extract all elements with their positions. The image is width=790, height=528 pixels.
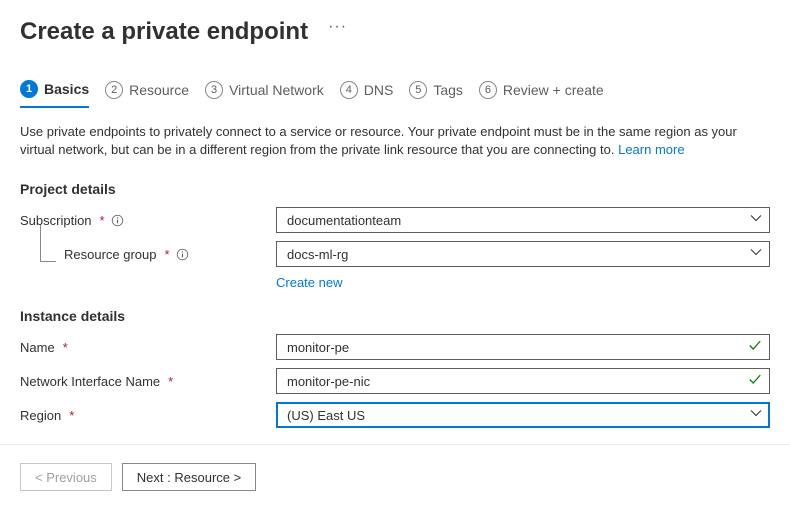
- label-text: Name: [20, 340, 55, 355]
- region-row: Region * (US) East US: [0, 398, 790, 432]
- resource-group-select-wrap: docs-ml-rg: [276, 241, 770, 267]
- tab-review-create[interactable]: 6 Review + create: [479, 80, 604, 108]
- region-select-wrap: (US) East US: [276, 402, 770, 428]
- more-actions-button[interactable]: ···: [328, 18, 347, 36]
- info-icon[interactable]: [176, 248, 189, 261]
- wizard-tabs: 1 Basics 2 Resource 3 Virtual Network 4 …: [0, 52, 790, 109]
- subscription-row: Subscription * documentationteam: [0, 203, 790, 237]
- required-asterisk: *: [165, 247, 170, 262]
- tab-label: DNS: [364, 82, 394, 98]
- name-input-wrap: [276, 334, 770, 360]
- tab-label: Basics: [44, 81, 89, 97]
- tab-label: Tags: [433, 82, 463, 98]
- name-label: Name *: [20, 340, 276, 355]
- tab-step-number: 2: [105, 81, 123, 99]
- label-text: Resource group: [64, 247, 157, 262]
- label-text: Region: [20, 408, 61, 423]
- create-new-resource-group-link[interactable]: Create new: [276, 275, 342, 290]
- page-title: Create a private endpoint: [20, 18, 308, 46]
- region-select[interactable]: (US) East US: [276, 402, 770, 428]
- required-asterisk: *: [168, 374, 173, 389]
- tab-tags[interactable]: 5 Tags: [409, 80, 463, 108]
- footer-actions: < Previous Next : Resource >: [0, 445, 790, 509]
- tab-virtual-network[interactable]: 3 Virtual Network: [205, 80, 324, 108]
- tab-label: Review + create: [503, 82, 604, 98]
- tab-label: Resource: [129, 82, 189, 98]
- nic-name-row: Network Interface Name *: [0, 364, 790, 398]
- page-header: Create a private endpoint ···: [0, 0, 790, 52]
- required-asterisk: *: [100, 213, 105, 228]
- name-input[interactable]: [276, 334, 770, 360]
- subscription-select-wrap: documentationteam: [276, 207, 770, 233]
- tab-step-number: 4: [340, 81, 358, 99]
- tab-resource[interactable]: 2 Resource: [105, 80, 189, 108]
- tab-step-number: 1: [20, 80, 38, 98]
- next-button[interactable]: Next : Resource >: [122, 463, 256, 491]
- learn-more-link[interactable]: Learn more: [618, 142, 684, 157]
- tab-step-number: 3: [205, 81, 223, 99]
- instance-details-heading: Instance details: [0, 290, 790, 330]
- tab-basics[interactable]: 1 Basics: [20, 80, 89, 108]
- info-icon[interactable]: [111, 214, 124, 227]
- project-details-heading: Project details: [0, 163, 790, 203]
- required-asterisk: *: [63, 340, 68, 355]
- create-new-wrap: Create new: [0, 271, 790, 290]
- page-root: Create a private endpoint ··· 1 Basics 2…: [0, 0, 790, 528]
- tab-description: Use private endpoints to privately conne…: [0, 109, 790, 163]
- resource-group-row: Resource group * docs-ml-rg: [0, 237, 790, 271]
- subscription-label: Subscription *: [20, 213, 276, 228]
- region-label: Region *: [20, 408, 276, 423]
- nic-name-input[interactable]: [276, 368, 770, 394]
- label-text: Subscription: [20, 213, 92, 228]
- tab-step-number: 5: [409, 81, 427, 99]
- subscription-select[interactable]: documentationteam: [276, 207, 770, 233]
- tab-dns[interactable]: 4 DNS: [340, 80, 394, 108]
- resource-group-select[interactable]: docs-ml-rg: [276, 241, 770, 267]
- previous-button[interactable]: < Previous: [20, 463, 112, 491]
- nic-name-input-wrap: [276, 368, 770, 394]
- tab-label: Virtual Network: [229, 82, 324, 98]
- label-text: Network Interface Name: [20, 374, 160, 389]
- resource-group-label: Resource group *: [20, 247, 276, 262]
- nic-name-label: Network Interface Name *: [20, 374, 276, 389]
- tab-step-number: 6: [479, 81, 497, 99]
- required-asterisk: *: [69, 408, 74, 423]
- name-row: Name *: [0, 330, 790, 364]
